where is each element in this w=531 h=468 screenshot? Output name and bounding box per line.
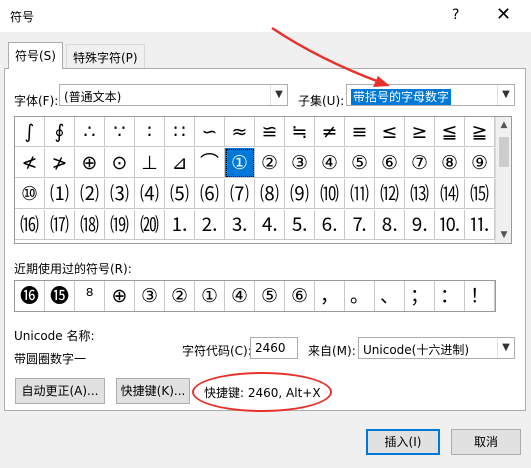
annotation-arrow	[271, 26, 390, 87]
tab-symbols[interactable]: 符号(S)	[8, 42, 63, 69]
